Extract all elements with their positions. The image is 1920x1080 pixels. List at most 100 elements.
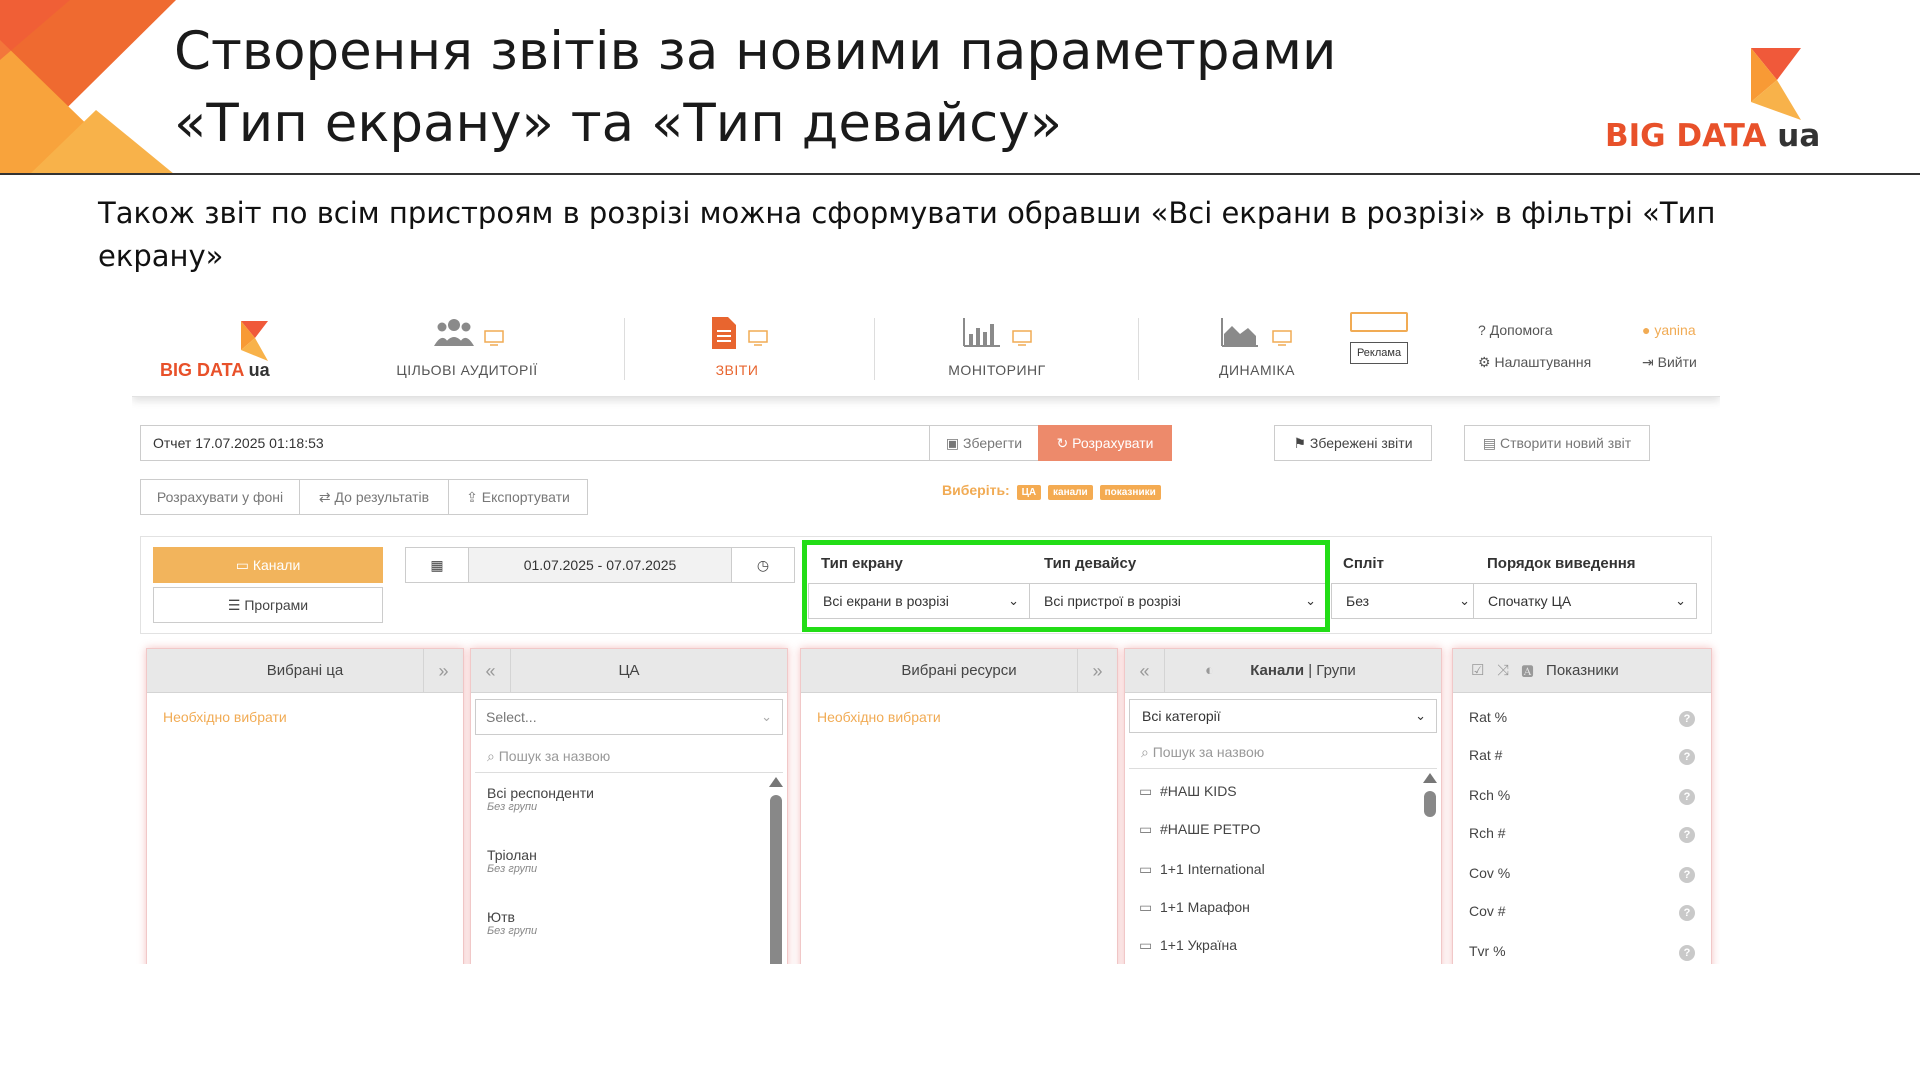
gear-icon: ⚙ [1478,354,1491,370]
channels-search-placeholder: Пошук за назвою [1152,744,1265,760]
bigdata-logo-mark-icon [1751,48,1801,120]
ca-list-item[interactable]: Тріолан Без групи [487,847,537,875]
saved-reports-label: Збережені звіти [1309,435,1413,451]
monitor-icon: ▭ [1139,861,1153,877]
chip-channels[interactable]: канали [1048,485,1093,500]
scroll-up-icon[interactable] [769,777,783,787]
programs-toggle[interactable]: ☰ Програми [153,587,383,623]
channel-item[interactable]: ▭ 1+1 International [1139,861,1265,878]
ca-title: ЦА [618,662,640,679]
to-results-label: До результатів [334,489,430,505]
nav-ads[interactable]: Реклама [1350,312,1408,368]
channels-toggle[interactable]: ▭ Канали [153,547,383,583]
ca-select-placeholder: Select... [486,709,537,725]
user-name: yanina [1654,322,1696,338]
nav-audiences[interactable]: ЦІЛЬОВІ АУДИТОРІЇ [392,316,542,386]
nav-reports[interactable]: ЗВІТИ [672,316,802,386]
tab-separator: | [1304,662,1317,679]
slide-subtitle: Також звіт по всім пристроям в розрізі м… [98,196,1716,273]
ca-select[interactable]: Select... ⌄ [475,699,783,735]
question-icon[interactable]: ? [1679,945,1695,961]
export-button[interactable]: ⇪ Експортувати [448,479,588,515]
floppy-icon: ▣ [945,435,960,451]
help-link-label: Допомога [1489,322,1553,338]
ca-scrollbar[interactable] [770,795,782,964]
tv-outline-icon [1350,312,1408,332]
channel-item[interactable]: ▭ #НАШ KIDS [1139,783,1237,800]
double-chevron-right-icon[interactable]: » [423,649,463,693]
question-icon[interactable]: ? [1679,711,1695,727]
indicator-item[interactable]: Rat # [1469,747,1502,763]
question-icon[interactable]: ? [1679,867,1695,883]
app-logo-suffix: ua [248,360,270,380]
corner-decoration [0,0,176,174]
check-square-icon[interactable]: ☑ [1471,662,1484,679]
tv-small-icon [1272,330,1292,346]
channel-item[interactable]: ▭ 1+1 Україна [1139,937,1237,954]
help-link[interactable]: ? Допомога [1478,314,1591,346]
app-navbar: BIG DATA ua ЦІЛЬОВІ АУДИТОРІЇ ЗВІТИ МОНІ… [132,302,1720,397]
ca-panel: « ЦА Select... ⌄ ⌕ Пошук за назвою Всі ре… [470,648,788,964]
order-select[interactable]: Спочатку ЦА ⌄ [1473,583,1697,619]
category-value: Всі категорії [1142,708,1221,724]
channels-search-input[interactable]: ⌕ Пошук за назвою [1129,737,1437,769]
indicators-header: ☑ ⤨ 🅰 Показники [1453,649,1711,693]
scroll-up-icon[interactable] [1423,773,1437,783]
choose-label: Виберіть: [942,482,1010,498]
saved-reports-button[interactable]: ⚑ Збережені звіти [1274,425,1432,461]
ca-list-item[interactable]: Ютв Без групи [487,909,537,937]
slide-title-line2: «Тип екрану» та «Тип девайсу» [174,93,1063,154]
channels-tab[interactable]: Канали [1250,662,1304,679]
clock-button[interactable]: ◷ [731,547,795,583]
font-icon[interactable]: 🅰 [1522,662,1534,679]
indicator-item[interactable]: Rch % [1469,787,1510,803]
ca-search-input[interactable]: ⌕ Пошук за назвою [475,741,783,773]
indicator-item[interactable]: Tvr % [1469,943,1506,959]
double-chevron-right-icon[interactable]: » [1077,649,1117,693]
indicator-item[interactable]: Rat % [1469,709,1507,725]
calendar-button[interactable]: ▦ [405,547,469,583]
channels-scrollbar[interactable] [1424,791,1436,817]
logout-link[interactable]: ⇥ Вийти [1642,346,1697,378]
double-chevron-left-icon[interactable]: « [1125,649,1165,693]
indicator-item[interactable]: Cov # [1469,903,1506,919]
question-icon[interactable]: ? [1679,789,1695,805]
ca-list-item[interactable]: Всі респонденти Без групи [487,785,594,813]
app-logo[interactable]: BIG DATA ua [160,320,290,384]
calculate-button[interactable]: ↻ Розрахувати [1038,425,1172,461]
shuffle-icon[interactable]: ⤨ [1497,662,1509,679]
channel-name: #НАШ KIDS [1160,783,1237,799]
new-report-button[interactable]: ▤ Створити новий звіт [1464,425,1650,461]
chip-ca[interactable]: ЦА [1016,485,1042,500]
selected-ca-panel: Вибрані ца » Необхідно вибрати [146,648,464,964]
order-label: Порядок виведення [1487,555,1636,572]
save-button[interactable]: ▣ Зберегти [929,425,1039,461]
split-select[interactable]: Без ⌄ [1331,583,1481,619]
app-logo-mark-icon [241,321,268,361]
question-icon[interactable]: ? [1679,749,1695,765]
channel-item[interactable]: ▭ 1+1 Марафон [1139,899,1250,916]
indicator-item[interactable]: Rch # [1469,825,1506,841]
date-range-input[interactable]: 01.07.2025 - 07.07.2025 [468,547,732,583]
eye-slash-icon[interactable]: ◐ [1205,649,1214,693]
user-link[interactable]: ● yanina [1642,314,1697,346]
indicator-item[interactable]: Cov % [1469,865,1510,881]
export-icon: ⇪ [466,489,478,505]
question-icon[interactable]: ? [1679,905,1695,921]
document-icon [712,317,736,349]
question-icon[interactable]: ? [1679,827,1695,843]
nav-monitoring[interactable]: МОНІТОРИНГ [932,316,1062,386]
ca-item-name: Ютв [487,909,515,925]
groups-tab[interactable]: Групи [1316,662,1355,679]
double-chevron-left-icon[interactable]: « [471,649,511,693]
calc-background-button[interactable]: Розрахувати у фоні [140,479,300,515]
report-name-input[interactable]: Отчет 17.07.2025 01:18:53 [140,425,930,461]
ads-button[interactable]: Реклама [1350,342,1408,364]
settings-link[interactable]: ⚙ Налаштування [1478,346,1591,378]
area-chart-icon [1221,318,1258,347]
nav-dynamics[interactable]: ДИНАМІКА [1192,316,1322,386]
channel-item[interactable]: ▭ #НАШЕ РЕТРО [1139,821,1260,838]
chip-indicators[interactable]: показники [1099,485,1161,500]
category-select[interactable]: Всі категорії ⌄ [1129,699,1437,733]
to-results-button[interactable]: ⇄ До результатів [299,479,449,515]
